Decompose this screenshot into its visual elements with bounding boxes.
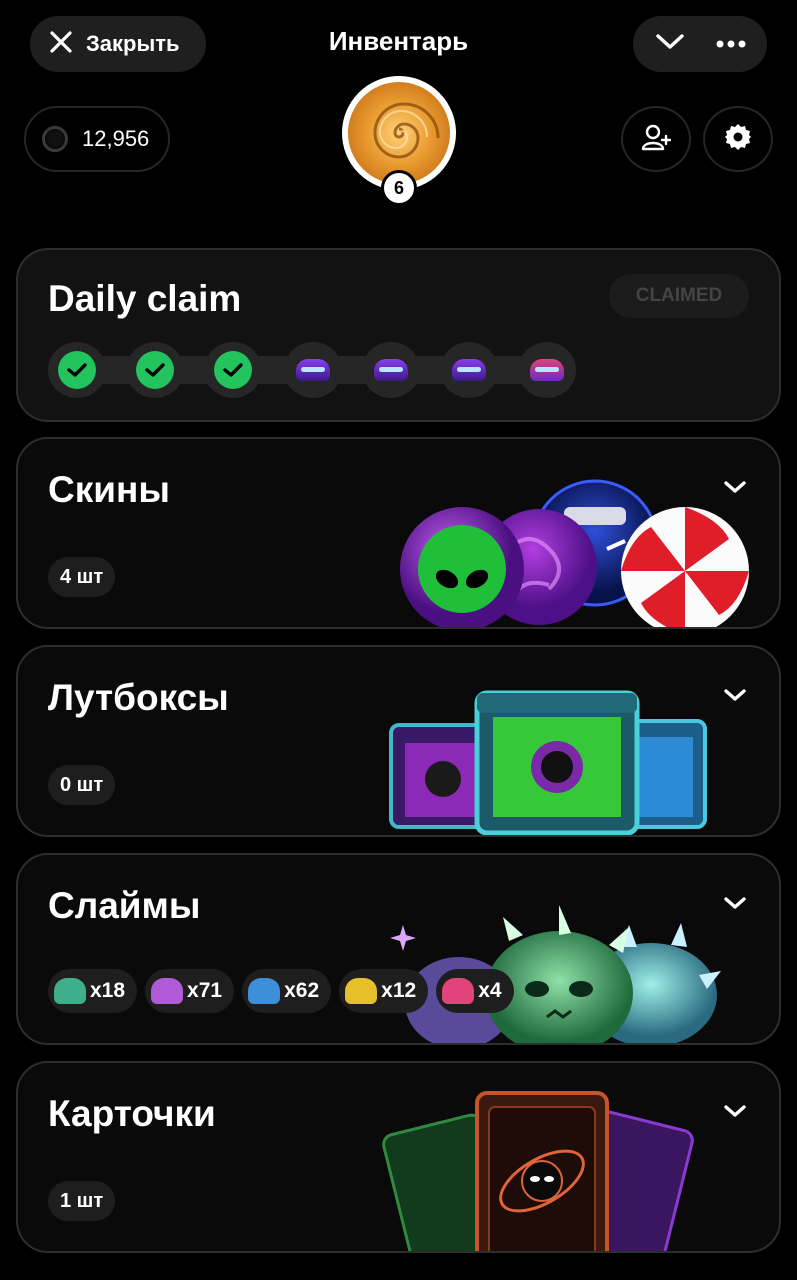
settings-button[interactable] — [703, 106, 773, 172]
more-button[interactable] — [706, 16, 756, 72]
lootboxes-artwork — [389, 690, 707, 835]
level-badge: 6 — [381, 170, 417, 206]
section-title: Слаймы — [48, 885, 201, 926]
close-button[interactable]: Закрыть — [30, 16, 206, 72]
slime-reward-icon — [296, 359, 330, 381]
header-menu-group — [633, 16, 767, 72]
slimes-section[interactable]: Слаймы x18 x71 x62 x12 x4 — [16, 853, 781, 1045]
daily-claim-card: Daily claim CLAIMED — [16, 248, 781, 422]
slime-count: x12 — [381, 979, 417, 1002]
check-icon — [58, 351, 96, 389]
slime-chip[interactable]: x12 — [339, 969, 429, 1013]
coin-icon — [42, 126, 68, 152]
gear-icon — [723, 122, 753, 157]
blue-slime-icon — [248, 978, 281, 1004]
skins-artwork — [400, 479, 749, 627]
slime-chip[interactable]: x62 — [242, 969, 332, 1013]
slime-reward-icon — [374, 359, 408, 381]
daily-claim-title: Daily claim — [48, 278, 242, 319]
section-title: Лутбоксы — [48, 677, 229, 718]
slime-reward-icon — [452, 359, 486, 381]
slime-count: x71 — [187, 979, 223, 1002]
red-slime-icon — [442, 978, 475, 1004]
item-count: 1 шт — [48, 1181, 116, 1221]
lootboxes-section[interactable]: Лутбоксы 0 шт — [16, 645, 781, 837]
balance-pill[interactable]: 12,956 — [24, 106, 170, 172]
item-count: 4 шт — [48, 557, 116, 597]
slime-count: x4 — [478, 979, 502, 1002]
claimed-button[interactable]: CLAIMED — [609, 274, 749, 318]
slime-chip[interactable]: x4 — [436, 969, 514, 1013]
slime-chips: x18 x71 x62 x12 x4 — [48, 969, 514, 1013]
slime-count: x18 — [90, 979, 126, 1002]
slime-count: x62 — [284, 979, 320, 1002]
day-4 — [284, 342, 342, 398]
close-label: Закрыть — [86, 31, 180, 56]
slime-chip[interactable]: x71 — [145, 969, 235, 1013]
slime-chip[interactable]: x18 — [48, 969, 138, 1013]
day-1 — [48, 342, 106, 398]
check-icon — [136, 351, 174, 389]
day-2 — [126, 342, 184, 398]
balance-value: 12,956 — [82, 126, 150, 151]
check-icon — [214, 351, 252, 389]
swirl-icon — [373, 102, 440, 159]
cards-section[interactable]: Карточки 1 шт — [16, 1061, 781, 1253]
purple-slime-icon — [151, 978, 184, 1004]
profile-avatar[interactable]: 6 — [342, 76, 456, 206]
item-count: 0 шт — [48, 765, 116, 805]
chevron-down-icon — [655, 32, 685, 57]
more-dots-icon — [716, 35, 746, 53]
add-friend-button[interactable] — [621, 106, 691, 172]
daily-progress-track — [48, 342, 576, 398]
add-user-icon — [641, 122, 672, 157]
day-5 — [362, 342, 420, 398]
slimes-artwork — [390, 905, 721, 1043]
day-3 — [204, 342, 262, 398]
section-title: Скины — [48, 469, 170, 510]
close-icon — [48, 29, 74, 60]
day-6 — [440, 342, 498, 398]
slime-reward-icon — [530, 359, 564, 381]
skins-section[interactable]: Скины 4 шт — [16, 437, 781, 629]
section-title: Карточки — [48, 1093, 216, 1134]
collapse-button[interactable] — [645, 16, 695, 72]
yellow-slime-icon — [345, 978, 378, 1004]
green-slime-icon — [54, 978, 86, 1004]
cards-artwork — [382, 1091, 694, 1251]
day-7 — [518, 342, 576, 398]
